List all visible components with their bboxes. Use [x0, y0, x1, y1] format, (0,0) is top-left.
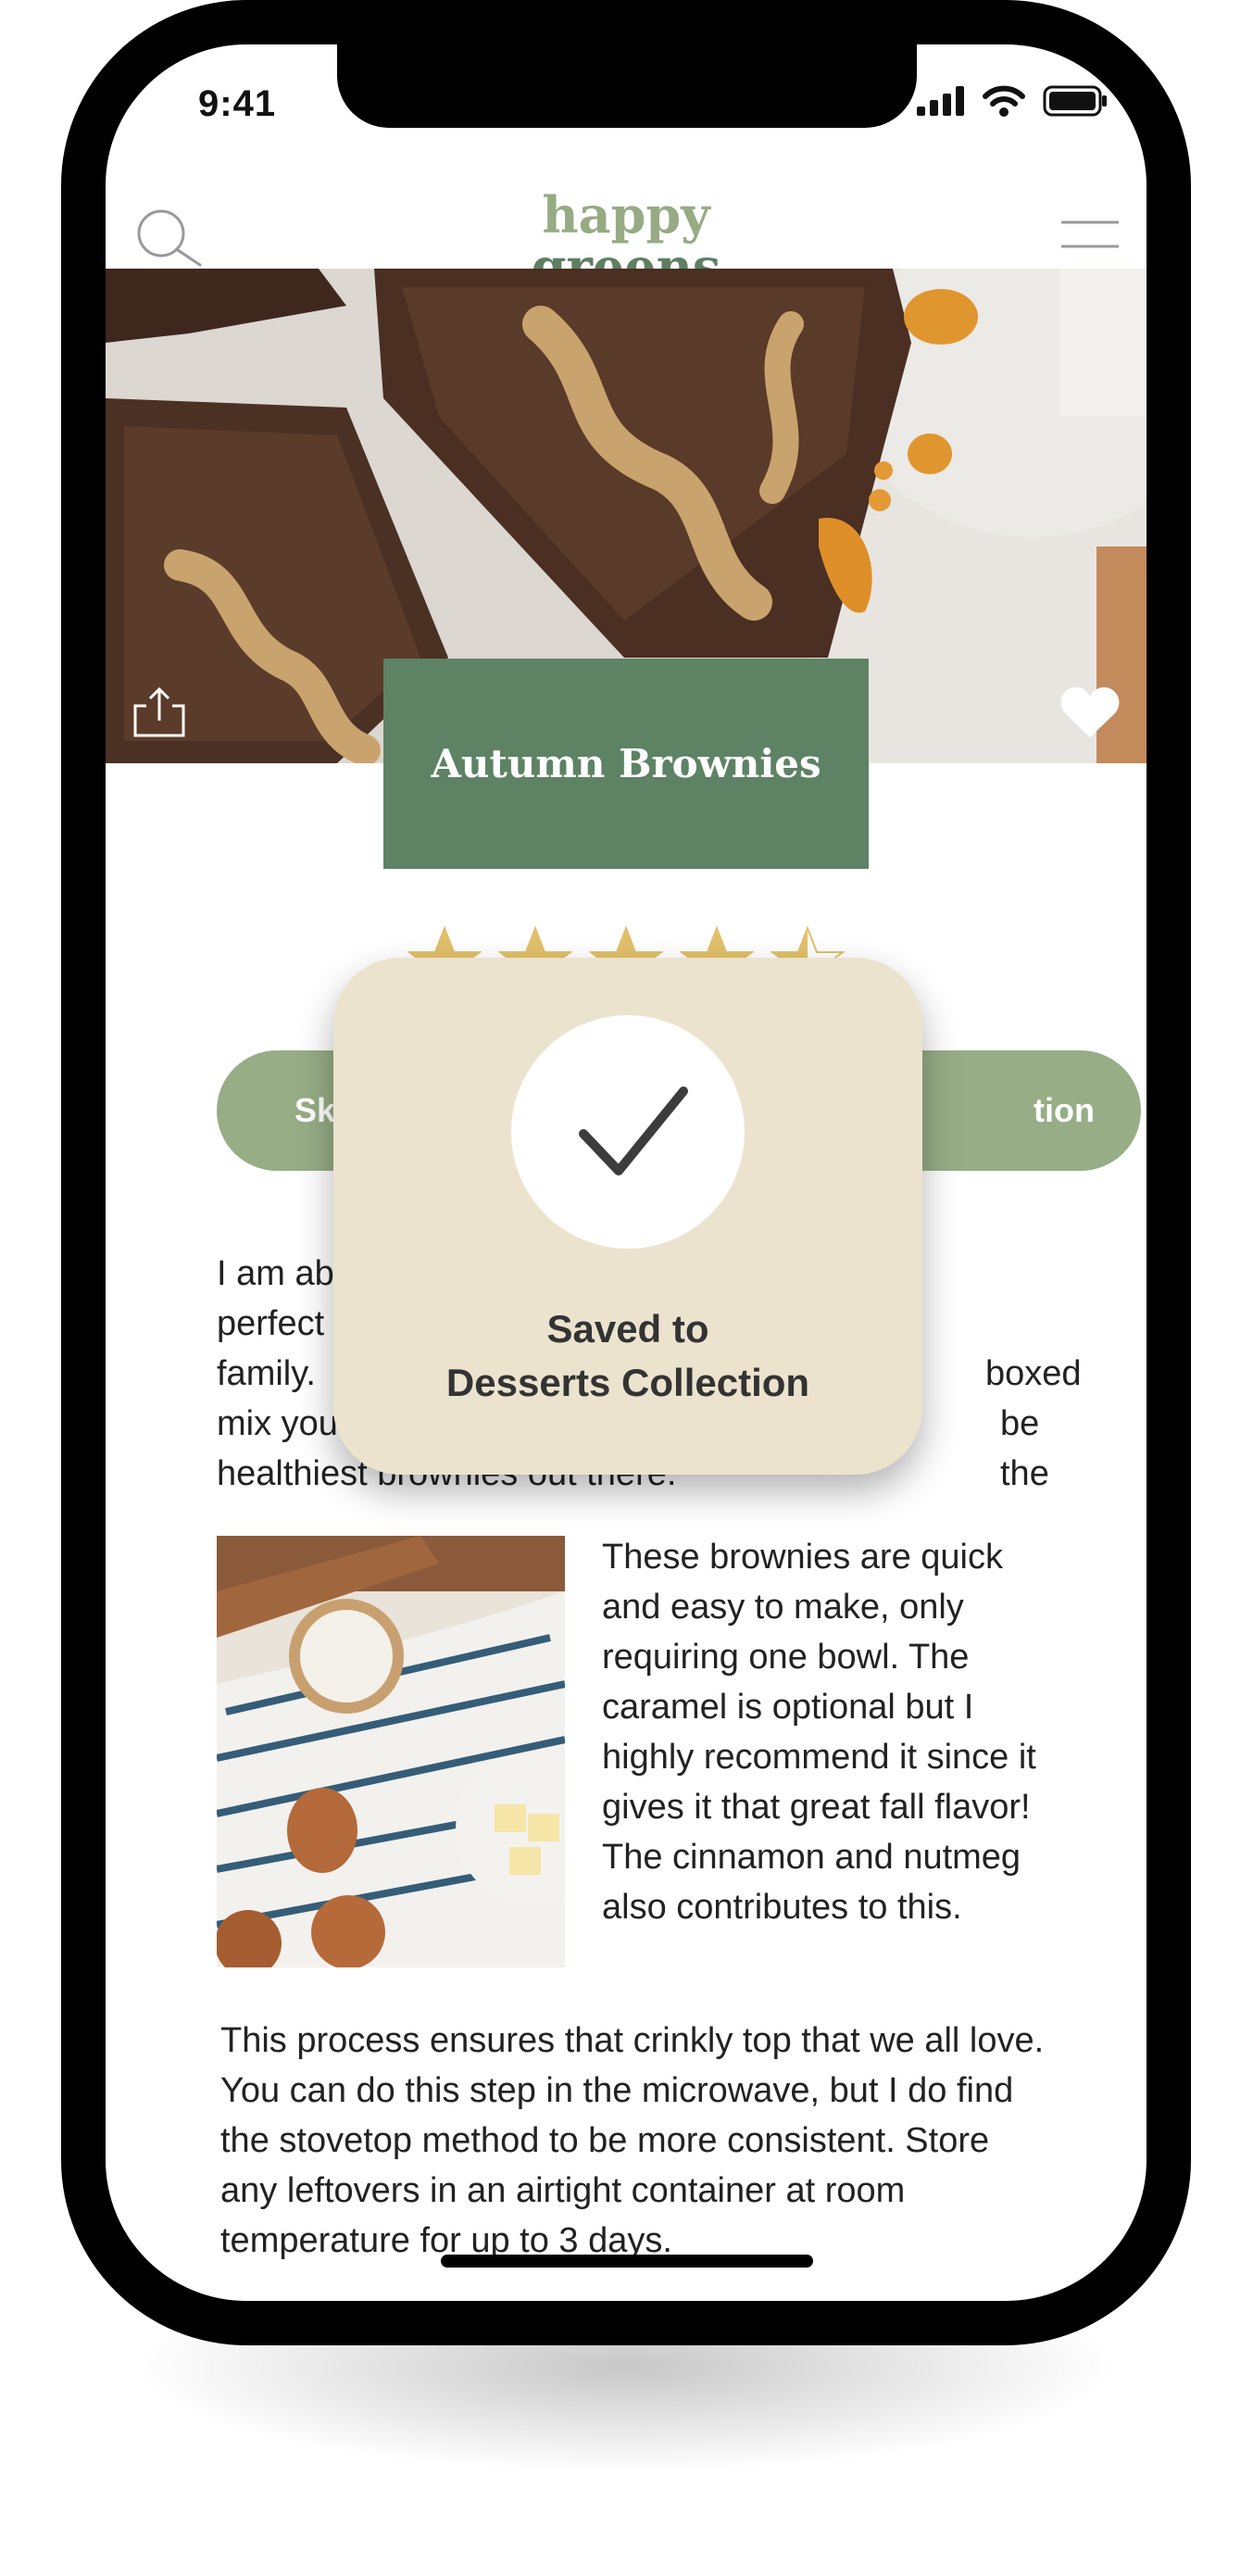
app-screen: 9:41 happy greens Autumn Brownies Sk tio…: [106, 44, 1146, 2301]
closing-paragraph: This process ensures that crinkly top th…: [220, 2021, 1045, 2260]
share-icon[interactable]: [132, 684, 187, 739]
phone-frame: 9:41 happy greens Autumn Brownies Sk tio…: [61, 0, 1191, 2345]
status-time: 9:41: [198, 83, 277, 124]
battery-icon: [1043, 85, 1107, 117]
status-icons: [917, 85, 1108, 117]
checkmark-icon: [579, 1087, 688, 1175]
check-circle: [511, 1015, 745, 1249]
signal-icon: [917, 86, 964, 116]
wifi-icon: [983, 85, 1025, 117]
logo-line-1: happy: [542, 185, 710, 245]
heart-icon[interactable]: [1059, 685, 1121, 741]
ingredients-photo: [217, 1536, 565, 1967]
pill-right-label: tion: [1034, 1091, 1095, 1129]
pill-left-label: Sk: [294, 1091, 336, 1129]
toast-line-2: Desserts Collection: [445, 1361, 810, 1404]
notch: [337, 44, 917, 128]
recipe-title-banner: Autumn Brownies: [383, 659, 869, 869]
toast-message: Saved to Desserts Collection: [333, 1302, 922, 1410]
ingredients-illustration: [217, 1536, 565, 1967]
toast-line-1: Saved to: [546, 1307, 709, 1351]
recipe-title: Autumn Brownies: [431, 741, 821, 786]
menu-icon[interactable]: [1059, 219, 1121, 274]
side-paragraph: These brownies are quick and easy to mak…: [602, 1538, 1036, 1927]
saved-toast: Saved to Desserts Collection: [333, 958, 922, 1475]
home-indicator[interactable]: [441, 2255, 813, 2268]
